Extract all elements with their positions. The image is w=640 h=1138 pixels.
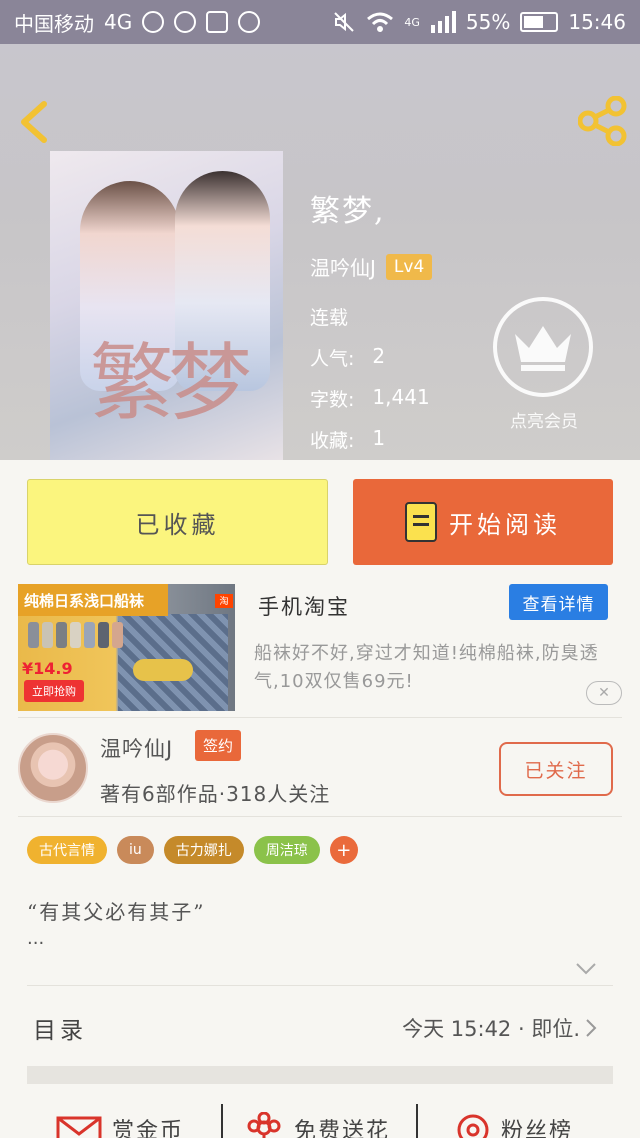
favorites-label: 收藏: xyxy=(310,430,355,452)
bottom-action-bar: 赏金币 免费送花 粉丝榜 xyxy=(0,1100,640,1138)
followed-button[interactable]: 已关注 xyxy=(499,742,613,796)
book-title: 繁梦, xyxy=(310,194,386,229)
ad-description: 船袜好不好,穿过才知道!纯棉船袜,防臭透气,10双仅售69元! xyxy=(254,643,599,692)
divider xyxy=(18,717,622,718)
chevron-right-icon xyxy=(586,1019,597,1037)
weibo-icon xyxy=(142,11,165,33)
section-separator xyxy=(27,1066,613,1084)
send-flower-label: 免费送花 xyxy=(294,1119,391,1138)
bottom-bar-separator xyxy=(416,1104,418,1138)
tag-label: 古力娜扎 xyxy=(175,843,232,859)
serial-status: 连载 xyxy=(310,307,349,329)
add-tag-button[interactable]: + xyxy=(329,836,358,864)
carrier-text: 中国移动 xyxy=(14,11,94,36)
table-of-contents-row[interactable]: 目录 今天 15:42 · 即位. xyxy=(0,996,640,1060)
cover-title-art: 繁梦 xyxy=(90,334,252,432)
tag-label: 古代言情 xyxy=(39,843,95,859)
send-flower-button[interactable]: 免费送花 xyxy=(244,1112,390,1138)
signed-badge: 签约 xyxy=(195,730,242,761)
chat-icon xyxy=(238,11,261,33)
ad-price: ¥14.9 xyxy=(22,659,73,678)
taobao-logo-icon: 淘 xyxy=(215,594,233,608)
divider xyxy=(27,985,613,986)
word-count-value: 1,441 xyxy=(372,385,430,409)
word-count-label: 字数: xyxy=(310,389,355,411)
vip-button[interactable]: 点亮会员 xyxy=(493,297,595,432)
chevron-down-icon[interactable] xyxy=(574,960,598,978)
collected-button[interactable]: 已收藏 xyxy=(27,479,328,565)
notification-app-icon xyxy=(174,11,197,33)
tag-item[interactable]: 周洁琼 xyxy=(253,836,320,864)
reward-coins-button[interactable]: 赏金币 xyxy=(56,1112,184,1138)
toc-latest-update: 今天 15:42 · 即位. xyxy=(402,1017,580,1041)
status-bar: 中国移动 4G 4G 55% 15:46 xyxy=(0,0,640,44)
popularity-row: 人气: 2 xyxy=(310,344,432,371)
battery-percent-text: 55% xyxy=(465,10,511,34)
start-reading-button[interactable]: 开始阅读 xyxy=(353,479,613,565)
popularity-value: 2 xyxy=(372,344,386,368)
bottom-bar-separator xyxy=(221,1104,223,1138)
book-cover[interactable]: 繁梦 xyxy=(50,151,283,460)
tag-label: 周洁琼 xyxy=(265,843,308,859)
tag-item[interactable]: 古代言情 xyxy=(27,836,107,864)
wifi-icon xyxy=(367,12,394,32)
author-avatar[interactable] xyxy=(18,733,88,803)
level-badge: Lv4 xyxy=(385,253,433,280)
ad-banner-text: 纯棉日系浅口船袜 xyxy=(18,584,168,616)
favorites-row: 收藏: 1 xyxy=(310,426,432,453)
tag-item[interactable]: iu xyxy=(117,836,154,864)
author-name[interactable]: 温吟仙J xyxy=(100,733,173,763)
reward-coins-label: 赏金币 xyxy=(112,1119,185,1138)
collected-label: 已收藏 xyxy=(135,510,220,539)
ranking-icon xyxy=(457,1114,489,1138)
author-row: 温吟仙J Lv4 xyxy=(310,252,433,281)
toc-label: 目录 xyxy=(33,1018,87,1044)
signal-type-text: 4G xyxy=(404,16,420,29)
vip-label: 点亮会员 xyxy=(510,412,578,432)
ad-sock-art xyxy=(133,659,193,681)
ad-detail-label: 查看详情 xyxy=(522,594,595,615)
intro-ellipsis: ... xyxy=(27,928,45,949)
ad-socks-art xyxy=(28,622,123,648)
divider xyxy=(18,816,622,817)
tag-list: 古代言情 iu 古力娜扎 周洁琼 + xyxy=(27,836,358,864)
ad-buy-label: 立即抢购 xyxy=(24,680,84,702)
author-stats: 著有6部作品·318人关注 xyxy=(100,782,331,806)
book-icon xyxy=(405,502,437,542)
status-bar-left: 中国移动 4G xyxy=(14,8,261,37)
clock-text: 15:46 xyxy=(568,10,626,34)
status-bar-right: 4G 55% 15:46 xyxy=(332,10,626,34)
back-icon[interactable] xyxy=(16,100,56,144)
vip-circle xyxy=(493,297,593,397)
fan-ranking-label: 粉丝榜 xyxy=(501,1119,574,1138)
book-author[interactable]: 温吟仙J xyxy=(310,252,376,281)
intro-quote: “有其父必有其子” xyxy=(27,900,206,924)
word-count-row: 字数: 1,441 xyxy=(310,385,432,412)
favorites-value: 1 xyxy=(372,426,386,450)
battery-icon xyxy=(520,12,559,32)
network-text: 4G xyxy=(104,10,133,34)
mute-icon xyxy=(334,12,355,32)
ad-image[interactable]: 纯棉日系浅口船袜 ¥14.9 立即抢购 淘 xyxy=(18,584,235,711)
popularity-label: 人气: xyxy=(310,348,355,370)
share-icon[interactable] xyxy=(578,96,628,146)
book-meta: 繁梦, 温吟仙J Lv4 连载 人气: 2 字数: 1,441 收藏: 1 xyxy=(310,186,433,453)
ad-detail-button[interactable]: 查看详情 xyxy=(509,584,608,620)
tag-label: iu xyxy=(129,842,142,858)
ad-close-icon[interactable]: ✕ xyxy=(586,681,622,705)
fan-ranking-button[interactable]: 粉丝榜 xyxy=(455,1112,573,1138)
flower-icon xyxy=(247,1112,281,1138)
start-reading-label: 开始阅读 xyxy=(449,510,561,539)
book-header: 繁梦 繁梦, 温吟仙J Lv4 连载 人气: 2 字数: 1,441 收藏: 1… xyxy=(0,44,640,460)
gallery-icon xyxy=(206,11,229,33)
tag-item[interactable]: 古力娜扎 xyxy=(163,836,244,864)
ad-title: 手机淘宝 xyxy=(258,595,350,619)
cell-signal-icon xyxy=(430,11,456,33)
followed-label: 已关注 xyxy=(524,759,588,782)
envelope-icon xyxy=(56,1116,102,1138)
crown-icon xyxy=(515,326,571,371)
